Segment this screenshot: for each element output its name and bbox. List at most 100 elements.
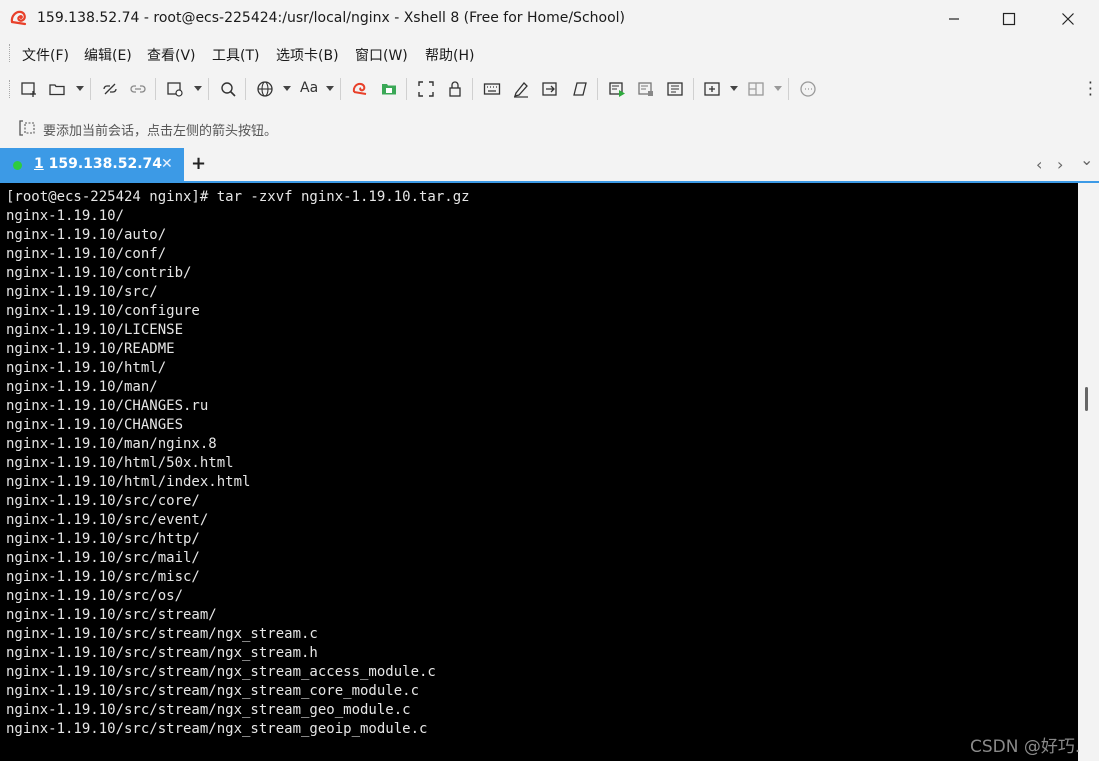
watermark: CSDN @好巧. xyxy=(970,737,1081,757)
transfer-button[interactable] xyxy=(539,78,561,100)
open-session-button[interactable] xyxy=(46,78,68,100)
new-tab-button[interactable] xyxy=(701,78,723,100)
new-tab-dropdown[interactable] xyxy=(730,86,738,91)
title-bar[interactable]: 159.138.52.74 - root@ecs-225424:/usr/loc… xyxy=(0,0,1099,38)
encoding-dropdown[interactable] xyxy=(283,86,291,91)
keyboard-icon xyxy=(483,83,501,95)
log-button[interactable] xyxy=(635,78,657,100)
xftp-button[interactable] xyxy=(378,78,400,100)
terminal-line: nginx-1.19.10/src/stream/ngx_stream_geo_… xyxy=(6,702,411,718)
toolbar-divider xyxy=(472,78,473,100)
maximize-icon xyxy=(1002,12,1016,26)
new-tab-icon xyxy=(704,82,720,96)
menu-tabs[interactable]: 选项卡(B) xyxy=(276,45,339,65)
terminal-scrollbar[interactable] xyxy=(1078,183,1099,761)
chat-button[interactable] xyxy=(797,78,819,100)
search-icon xyxy=(221,82,236,97)
address-hint-text: 要添加当前会话，点击左侧的箭头按钮。 xyxy=(43,124,278,139)
xshell-button[interactable] xyxy=(349,78,371,100)
maximize-button[interactable] xyxy=(980,0,1038,38)
terminal-lines: [root@ecs-225424 nginx]# tar -zxvf nginx… xyxy=(6,188,470,739)
session-tab-host: 159.138.52.74 xyxy=(43,156,162,172)
terminal-line: nginx-1.19.10/src/stream/ xyxy=(6,607,217,623)
menu-tools[interactable]: 工具(T) xyxy=(212,45,259,65)
minimize-icon xyxy=(949,18,959,20)
new-session-button[interactable] xyxy=(18,78,40,100)
toolbar-divider xyxy=(90,78,91,100)
new-session-icon xyxy=(21,82,36,97)
xshell-window: 159.138.52.74 - root@ecs-225424:/usr/loc… xyxy=(0,0,1099,761)
tab-bar: 1 159.138.52.74 ✕ + ‹ › ⌄ xyxy=(0,148,1099,182)
reconnect-button[interactable] xyxy=(127,78,149,100)
layout-dropdown[interactable] xyxy=(774,86,782,91)
reconnect-icon xyxy=(130,85,146,93)
terminal-line: nginx-1.19.10/man/ xyxy=(6,379,158,395)
terminal-line: nginx-1.19.10/contrib/ xyxy=(6,265,192,281)
terminal-line: nginx-1.19.10/src/misc/ xyxy=(6,569,200,585)
terminal-line: nginx-1.19.10/src/os/ xyxy=(6,588,184,604)
toolbar-divider xyxy=(208,78,209,100)
toolbar-grip xyxy=(9,80,13,98)
menu-window[interactable]: 窗口(W) xyxy=(355,45,408,65)
terminal-line: nginx-1.19.10/src/mail/ xyxy=(6,550,200,566)
terminal-line: nginx-1.19.10/README xyxy=(6,341,175,357)
session-tab[interactable]: 1 159.138.52.74 ✕ xyxy=(0,148,184,182)
notes-button[interactable] xyxy=(664,78,686,100)
terminal-line: nginx-1.19.10/src/stream/ngx_stream_geoi… xyxy=(6,721,428,737)
add-session-arrow-icon[interactable] xyxy=(18,119,36,137)
font-dropdown[interactable] xyxy=(326,86,334,91)
disconnect-button[interactable] xyxy=(99,78,121,100)
terminal-line: nginx-1.19.10/src/ xyxy=(6,284,158,300)
session-properties-button[interactable] xyxy=(164,78,186,100)
layout-icon xyxy=(748,82,764,96)
terminal-line: nginx-1.19.10/html/50x.html xyxy=(6,455,234,471)
session-tab-label: 1 159.138.52.74 xyxy=(34,156,162,172)
xftp-icon xyxy=(382,84,396,95)
terminal-line: nginx-1.19.10/html/ xyxy=(6,360,167,376)
xshell-icon xyxy=(352,82,367,95)
tab-next-button[interactable]: › xyxy=(1057,155,1063,174)
menu-bar: 文件(F) 编辑(E) 查看(V) 工具(T) 选项卡(B) 窗口(W) 帮助(… xyxy=(0,40,1099,66)
tab-list-button[interactable]: ⌄ xyxy=(1080,150,1093,169)
toolbar-divider xyxy=(597,78,598,100)
scrollbar-thumb[interactable] xyxy=(1085,387,1088,411)
layout-button[interactable] xyxy=(745,78,767,100)
macro-run-icon xyxy=(609,82,625,97)
keyboard-button[interactable] xyxy=(481,78,503,100)
tab-prev-button[interactable]: ‹ xyxy=(1036,155,1042,174)
script-button[interactable] xyxy=(568,78,590,100)
chat-icon xyxy=(800,81,816,97)
terminal-line: nginx-1.19.10/src/stream/ngx_stream_acce… xyxy=(6,664,436,680)
find-button[interactable] xyxy=(217,78,239,100)
terminal-line: nginx-1.19.10/auto/ xyxy=(6,227,167,243)
terminal-line: nginx-1.19.10/LICENSE xyxy=(6,322,184,338)
open-session-dropdown[interactable] xyxy=(76,86,84,91)
more-icon[interactable]: · · · xyxy=(1088,75,1093,103)
terminal-line: nginx-1.19.10/src/http/ xyxy=(6,531,200,547)
compose-button[interactable] xyxy=(510,78,532,100)
toolbar-divider xyxy=(245,78,246,100)
fullscreen-button[interactable] xyxy=(415,78,437,100)
terminal-line: nginx-1.19.10/man/nginx.8 xyxy=(6,436,217,452)
menu-file[interactable]: 文件(F) xyxy=(22,45,69,65)
encoding-button[interactable] xyxy=(254,78,276,100)
menu-help[interactable]: 帮助(H) xyxy=(425,45,474,65)
add-tab-button[interactable]: + xyxy=(191,153,206,174)
close-icon xyxy=(1062,13,1074,25)
font-button[interactable]: Aa xyxy=(300,80,318,96)
terminal-output[interactable]: [root@ecs-225424 nginx]# tar -zxvf nginx… xyxy=(0,183,1078,761)
run-macro-button[interactable] xyxy=(606,78,628,100)
toolbar-divider xyxy=(406,78,407,100)
minimize-button[interactable] xyxy=(925,0,983,38)
lock-button[interactable] xyxy=(444,78,466,100)
menu-grip xyxy=(9,44,13,62)
toolbar-divider xyxy=(340,78,341,100)
close-button[interactable] xyxy=(1039,0,1097,38)
session-properties-dropdown[interactable] xyxy=(194,86,202,91)
close-tab-icon[interactable]: ✕ xyxy=(161,156,173,172)
menu-edit[interactable]: 编辑(E) xyxy=(84,45,132,65)
compose-icon xyxy=(514,82,528,98)
disconnect-icon xyxy=(103,83,117,95)
menu-view[interactable]: 查看(V) xyxy=(147,45,196,65)
terminal-line: nginx-1.19.10/src/stream/ngx_stream.c xyxy=(6,626,318,642)
